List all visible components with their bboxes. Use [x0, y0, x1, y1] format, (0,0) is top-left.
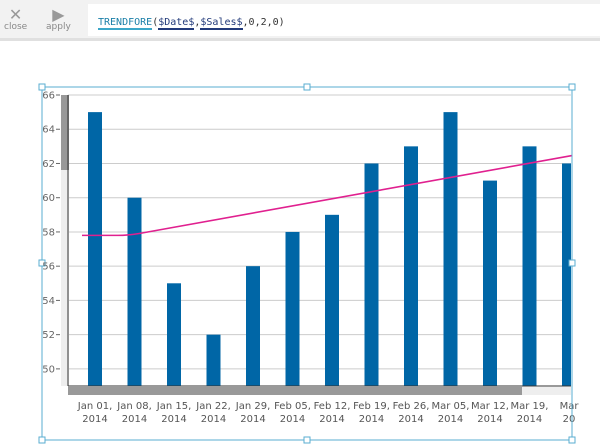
x-tick-label: 2014 — [398, 414, 423, 425]
resize-handle[interactable] — [568, 83, 576, 91]
bar[interactable] — [88, 112, 102, 386]
resize-handle[interactable] — [303, 436, 311, 444]
x-tick-label: 2014 — [477, 414, 502, 425]
y-tick-label: 58 — [42, 227, 55, 238]
x-tick-label: 2014 — [438, 414, 463, 425]
bar[interactable] — [483, 180, 497, 386]
y-tick-label: 60 — [42, 193, 55, 204]
resize-handle[interactable] — [38, 83, 46, 91]
clip-mask — [572, 90, 600, 400]
x-tick-label: 2014 — [240, 414, 265, 425]
x-tick-label: Feb 12, — [314, 401, 351, 412]
x-tick-label: 2014 — [359, 414, 384, 425]
x-tick-label: Feb 26, — [393, 401, 430, 412]
y-tick-label: 54 — [42, 296, 55, 307]
y-tick-label: 64 — [42, 125, 55, 136]
x-tick-label: Jan 29, — [235, 401, 271, 412]
x-tick-label: Jan 15, — [156, 401, 192, 412]
x-tick-label: 2014 — [517, 414, 542, 425]
x-tick-label: 20 — [563, 414, 576, 425]
x-tick-label: 2014 — [161, 414, 186, 425]
y-tick-label: 56 — [42, 262, 55, 273]
x-tick-label: Feb 05, — [274, 401, 311, 412]
bar[interactable] — [325, 214, 339, 386]
y-tick-label: 50 — [42, 364, 55, 375]
x-tick-label: 2014 — [82, 414, 107, 425]
y-tick-label: 52 — [42, 330, 55, 341]
horizontal-scrollbar-thumb[interactable] — [68, 387, 522, 395]
bar[interactable] — [206, 334, 221, 386]
x-tick-label: 2014 — [280, 414, 305, 425]
x-tick-label: 2014 — [201, 414, 226, 425]
bar-chart: 50 52 54 56 58 60 62 64 66 Jan 01, 2014 Jan 08, 2014… — [38, 83, 600, 444]
x-tick-label: Mar 19, — [511, 401, 549, 412]
y-tick-label: 62 — [42, 159, 55, 170]
bar[interactable] — [562, 163, 571, 386]
resize-handle[interactable] — [303, 83, 311, 91]
x-tick-label: Mar 05, — [432, 401, 470, 412]
bar[interactable] — [404, 146, 418, 386]
bar[interactable] — [127, 197, 142, 386]
x-tick-label: Mar 12, — [471, 401, 509, 412]
x-tick-label: Mar — [560, 401, 580, 412]
resize-handle[interactable] — [568, 436, 576, 444]
resize-handle[interactable] — [38, 436, 46, 444]
bar[interactable] — [246, 266, 260, 386]
y-tick-label: 66 — [42, 91, 55, 102]
x-tick-label: Feb 19, — [353, 401, 390, 412]
x-tick-label: Jan 22, — [195, 401, 231, 412]
x-tick-label: Jan 01, — [77, 401, 113, 412]
bar[interactable] — [522, 146, 537, 386]
bar[interactable] — [364, 163, 379, 386]
bar[interactable] — [285, 231, 300, 386]
bar[interactable] — [443, 112, 458, 386]
x-tick-label: 2014 — [319, 414, 344, 425]
x-tick-label: 2014 — [122, 414, 147, 425]
bar[interactable] — [167, 283, 181, 386]
x-tick-label: Jan 08, — [116, 401, 152, 412]
resize-handle[interactable] — [568, 259, 576, 267]
